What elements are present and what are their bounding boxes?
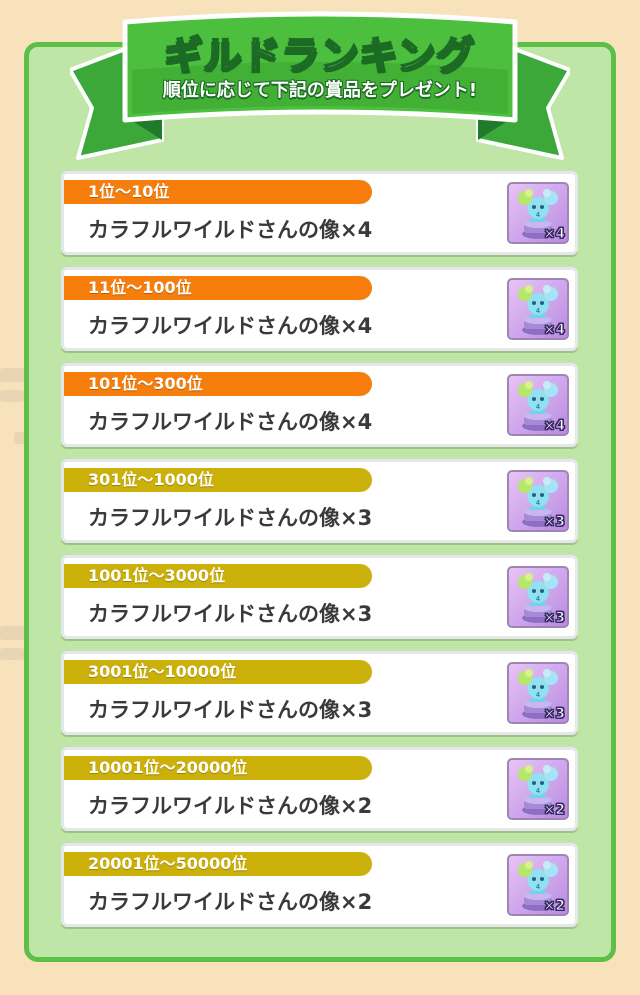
svg-text:4: 4 [536,211,541,219]
background-smudge [0,368,26,382]
reward-quantity-badge: ×4 [543,226,566,243]
reward-quantity-badge: ×3 [543,514,566,531]
rank-range-label: 11位〜100位 [64,276,372,300]
background-smudge [0,626,26,640]
reward-item-icon[interactable]: 4 ×2 [507,854,569,916]
svg-text:4: 4 [536,883,541,891]
background-smudge [0,648,24,660]
prize-name: カラフルワイルドさんの像×3 [88,506,373,530]
reward-row: 3001位〜10000位 カラフルワイルドさんの像×3 4 ×3 [61,651,578,735]
svg-text:4: 4 [536,307,541,315]
reward-quantity-badge: ×3 [543,706,566,723]
reward-item-icon[interactable]: 4 ×4 [507,278,569,340]
prize-name: カラフルワイルドさんの像×4 [88,218,373,242]
rank-range-label: 301位〜1000位 [64,468,372,492]
reward-quantity-badge: ×3 [543,610,566,627]
svg-text:4: 4 [536,499,541,507]
reward-item-icon[interactable]: 4 ×3 [507,470,569,532]
reward-quantity-badge: ×2 [543,802,566,819]
svg-text:4: 4 [536,595,541,603]
svg-text:4: 4 [536,787,541,795]
banner-title: ギルドランキング [164,32,476,78]
prize-name: カラフルワイルドさんの像×4 [88,410,373,434]
rank-range-label: 101位〜300位 [64,372,372,396]
reward-quantity-badge: ×2 [543,898,566,915]
prize-name: カラフルワイルドさんの像×2 [88,794,373,818]
reward-item-icon[interactable]: 4 ×3 [507,662,569,724]
prize-name: カラフルワイルドさんの像×4 [88,314,373,338]
reward-row: 301位〜1000位 カラフルワイルドさんの像×3 4 ×3 [61,459,578,543]
reward-item-icon[interactable]: 4 ×3 [507,566,569,628]
prize-name: カラフルワイルドさんの像×3 [88,698,373,722]
reward-row: 20001位〜50000位 カラフルワイルドさんの像×2 4 ×2 [61,843,578,927]
reward-row: 101位〜300位 カラフルワイルドさんの像×4 4 ×4 [61,363,578,447]
rank-range-label: 20001位〜50000位 [64,852,372,876]
rank-range-label: 10001位〜20000位 [64,756,372,780]
prize-name: カラフルワイルドさんの像×3 [88,602,373,626]
reward-item-icon[interactable]: 4 ×4 [507,182,569,244]
reward-item-icon[interactable]: 4 ×4 [507,374,569,436]
rank-range-label: 1位〜10位 [64,180,372,204]
rank-range-label: 3001位〜10000位 [64,660,372,684]
reward-list: 1位〜10位 カラフルワイルドさんの像×4 4 ×4 11位〜100位 カラフル… [61,171,578,939]
reward-quantity-badge: ×4 [543,322,566,339]
rank-range-label: 1001位〜3000位 [64,564,372,588]
background-smudge [0,390,24,402]
reward-row: 1位〜10位 カラフルワイルドさんの像×4 4 ×4 [61,171,578,255]
reward-row: 11位〜100位 カラフルワイルドさんの像×4 4 ×4 [61,267,578,351]
reward-row: 10001位〜20000位 カラフルワイルドさんの像×2 4 ×2 [61,747,578,831]
reward-item-icon[interactable]: 4 ×2 [507,758,569,820]
reward-row: 1001位〜3000位 カラフルワイルドさんの像×3 4 ×3 [61,555,578,639]
guild-ranking-banner: ギルドランキング 順位に応じて下記の賞品をプレゼント! [70,0,570,170]
prize-name: カラフルワイルドさんの像×2 [88,890,373,914]
svg-text:4: 4 [536,691,541,699]
banner-subtitle: 順位に応じて下記の賞品をプレゼント! [162,80,478,101]
svg-text:4: 4 [536,403,541,411]
reward-quantity-badge: ×4 [543,418,566,435]
